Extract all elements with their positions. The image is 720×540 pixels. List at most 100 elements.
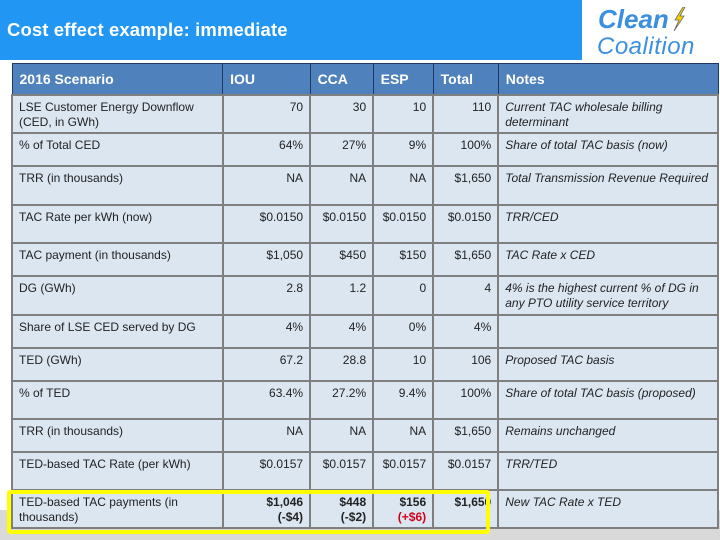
iou-value: 2.8 — [221, 275, 312, 316]
iou-value: $1,046 (-$4) — [221, 489, 312, 529]
esp-payment: $156 — [399, 495, 427, 509]
table-row: % of Total CED 64% 27% 9% 100% Share of … — [11, 132, 719, 167]
total-value: $0.0157 — [432, 451, 500, 491]
total-value: $1,650 — [432, 489, 500, 529]
header-cca: CCA — [309, 63, 374, 96]
row-note: 4% is the highest current % of DG in any… — [497, 275, 719, 316]
iou-value: 64% — [221, 132, 312, 167]
title-bar: Cost effect example: immediate — [0, 0, 582, 60]
total-value: $1,650 — [432, 242, 500, 277]
iou-payment: $1,046 — [266, 495, 304, 509]
esp-value: 10 — [372, 94, 435, 134]
row-note: Total Transmission Revenue Required — [497, 165, 719, 206]
cca-value: $448 (-$2) — [309, 489, 375, 529]
header-iou: IOU — [222, 63, 311, 96]
esp-value: $150 — [372, 242, 435, 277]
table-row: TAC Rate per kWh (now) $0.0150 $0.0150 $… — [11, 204, 719, 244]
row-label: TRR (in thousands) — [11, 165, 224, 206]
header-notes: Notes — [497, 63, 719, 96]
iou-value: NA — [221, 165, 312, 206]
esp-value: 0 — [372, 275, 435, 316]
header-scenario: 2016 Scenario — [11, 63, 224, 96]
cca-value: 4% — [309, 314, 375, 349]
cca-value: $450 — [309, 242, 375, 277]
esp-value: $156 (+$6) — [372, 489, 435, 529]
esp-value: $0.0157 — [372, 451, 435, 491]
cca-value: 27% — [309, 132, 375, 167]
esp-value: NA — [372, 418, 435, 453]
total-value: 4 — [432, 275, 500, 316]
table-row: TED (GWh) 67.2 28.8 10 106 Proposed TAC … — [11, 347, 719, 382]
table-row: TED-based TAC Rate (per kWh) $0.0157 $0.… — [11, 451, 719, 491]
row-label: % of Total CED — [11, 132, 224, 167]
cca-delta: (-$2) — [340, 510, 367, 524]
cca-payment: $448 — [339, 495, 367, 509]
row-label: DG (GWh) — [11, 275, 224, 316]
row-note: Share of total TAC basis (now) — [497, 132, 719, 167]
row-note: TRR/CED — [497, 204, 719, 244]
table-row: TRR (in thousands) NA NA NA $1,650 Total… — [11, 165, 719, 206]
logo-text-clean: Clean — [598, 4, 669, 34]
cca-value: 28.8 — [309, 347, 375, 382]
row-note: Proposed TAC basis — [497, 347, 719, 382]
esp-value: $0.0150 — [372, 204, 435, 244]
row-label: TAC Rate per kWh (now) — [11, 204, 224, 244]
cca-value: $0.0157 — [309, 451, 375, 491]
iou-value: $0.0150 — [221, 204, 312, 244]
table-row: TRR (in thousands) NA NA NA $1,650 Remai… — [11, 418, 719, 453]
iou-value: 63.4% — [221, 380, 312, 420]
total-value: 110 — [432, 94, 500, 134]
table-header-row: 2016 Scenario IOU CCA ESP Total Notes — [11, 63, 719, 96]
iou-value: 67.2 — [221, 347, 312, 382]
row-label: LSE Customer Energy Downflow (CED, in GW… — [11, 94, 224, 134]
lightning-bolt-icon — [673, 7, 686, 31]
esp-value: 9% — [372, 132, 435, 167]
table-row: LSE Customer Energy Downflow (CED, in GW… — [11, 94, 719, 134]
cca-value: 30 — [309, 94, 375, 134]
row-label: % of TED — [11, 380, 224, 420]
cca-value: 27.2% — [309, 380, 375, 420]
total-value: 4% — [432, 314, 500, 349]
total-value: $0.0150 — [432, 204, 500, 244]
esp-value: NA — [372, 165, 435, 206]
iou-value: NA — [221, 418, 312, 453]
row-label: TAC payment (in thousands) — [11, 242, 224, 277]
total-value: 100% — [432, 132, 500, 167]
total-value: 106 — [432, 347, 500, 382]
iou-delta: (-$4) — [277, 510, 304, 524]
esp-value: 0% — [372, 314, 435, 349]
cost-effect-table: 2016 Scenario IOU CCA ESP Total Notes LS… — [11, 63, 719, 529]
table-row: DG (GWh) 2.8 1.2 0 4 4% is the highest c… — [11, 275, 719, 316]
cca-value: NA — [309, 165, 375, 206]
iou-value: $1,050 — [221, 242, 312, 277]
table-row: Share of LSE CED served by DG 4% 4% 0% 4… — [11, 314, 719, 349]
row-note: TAC Rate x CED — [497, 242, 719, 277]
cca-value: NA — [309, 418, 375, 453]
clean-coalition-logo: Clean Coalition — [588, 2, 718, 60]
row-note: New TAC Rate x TED — [497, 489, 719, 529]
header-total: Total — [432, 63, 499, 96]
iou-value: 4% — [221, 314, 312, 349]
row-note: Share of total TAC basis (proposed) — [497, 380, 719, 420]
row-note: TRR/TED — [497, 451, 719, 491]
row-note: Remains unchanged — [497, 418, 719, 453]
row-label: TED-based TAC Rate (per kWh) — [11, 451, 224, 491]
total-value: $1,650 — [432, 418, 500, 453]
row-note — [497, 314, 719, 349]
total-value: 100% — [432, 380, 500, 420]
cca-value: 1.2 — [309, 275, 375, 316]
logo-text-coalition: Coalition — [597, 33, 695, 60]
row-note: Current TAC wholesale billing determinan… — [497, 94, 719, 134]
row-label: TED-based TAC payments (in thousands) — [11, 489, 224, 529]
table-row-highlighted: TED-based TAC payments (in thousands) $1… — [11, 489, 719, 529]
table-row: % of TED 63.4% 27.2% 9.4% 100% Share of … — [11, 380, 719, 420]
table-row: TAC payment (in thousands) $1,050 $450 $… — [11, 242, 719, 277]
row-label: TRR (in thousands) — [11, 418, 224, 453]
iou-value: $0.0157 — [221, 451, 312, 491]
esp-value: 10 — [372, 347, 435, 382]
row-label: Share of LSE CED served by DG — [11, 314, 224, 349]
iou-value: 70 — [221, 94, 312, 134]
header-esp: ESP — [372, 63, 434, 96]
cca-value: $0.0150 — [309, 204, 375, 244]
esp-delta: (+$6) — [397, 510, 427, 524]
